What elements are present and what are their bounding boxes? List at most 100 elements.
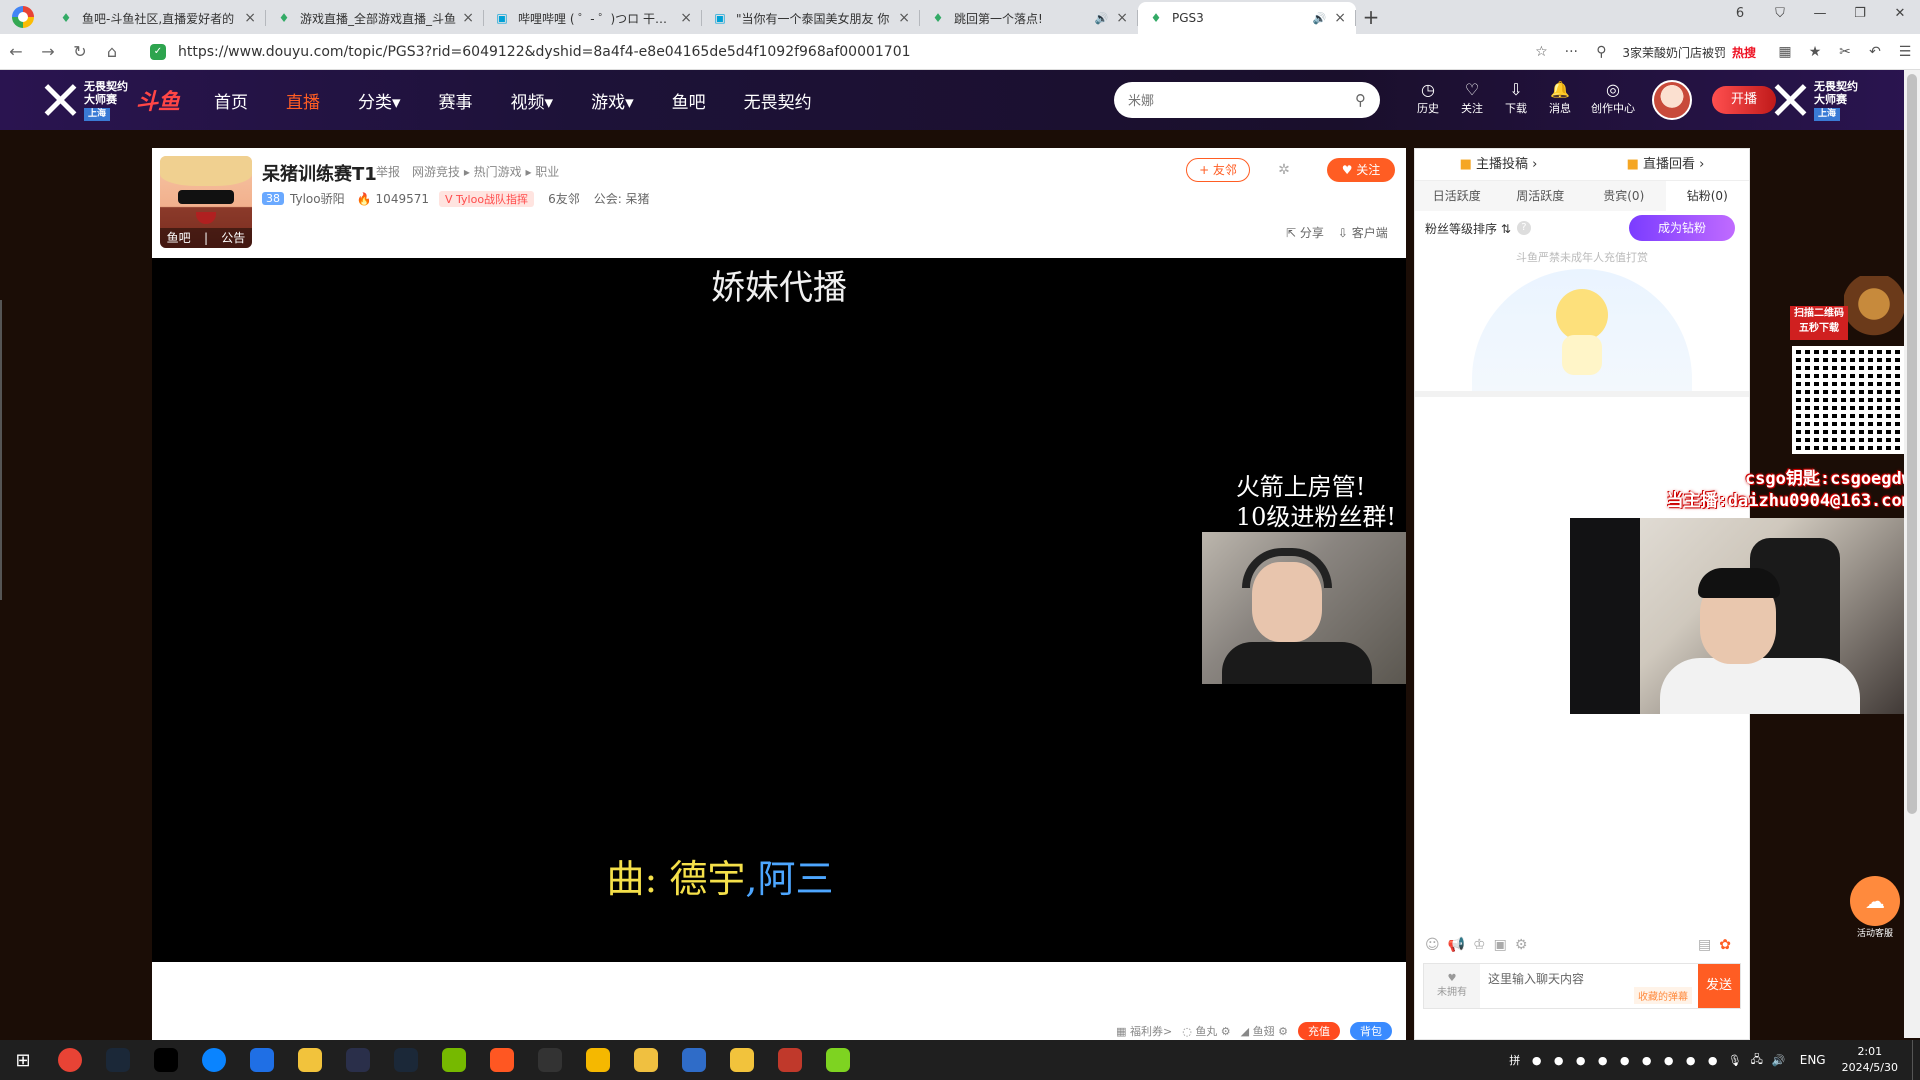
pin-icon[interactable]: ⛉: [1760, 0, 1800, 30]
close-tab-icon[interactable]: ×: [1116, 10, 1128, 26]
nav-item[interactable]: 鱼吧: [672, 88, 706, 113]
scrollbar-thumb[interactable]: [1907, 74, 1917, 814]
user-avatar[interactable]: [1652, 80, 1692, 120]
close-window-button[interactable]: ✕: [1880, 0, 1920, 30]
service-button[interactable]: ☁ 活动客服: [1848, 876, 1902, 939]
tab-count-badge[interactable]: 6: [1720, 0, 1760, 30]
category-breadcrumb[interactable]: 网游竞技 ▸ 热门游戏 ▸ 职业: [412, 163, 559, 180]
browser-tab[interactable]: ♦ 跳回第一个落点! 🔊 ×: [920, 2, 1138, 34]
become-diamond-fan-button[interactable]: 成为钻粉: [1629, 215, 1735, 241]
video-player[interactable]: 娇妹代播 火箭上房管! 10级进粉丝群! 曲: 德宇,阿三: [152, 258, 1406, 962]
charge-button[interactable]: 充值: [1298, 1022, 1340, 1040]
volume-icon[interactable]: 🔊: [1768, 1054, 1790, 1067]
tray-app-icon[interactable]: ●: [1702, 1054, 1724, 1067]
hot-search-text[interactable]: 3家茉酸奶门店被罚: [1622, 44, 1726, 61]
event-logo-right[interactable]: 无畏契约 大师赛 上海: [1770, 77, 1900, 123]
system-clock[interactable]: 2:01 2024/5/30: [1842, 1044, 1898, 1076]
taskbar-app-icon[interactable]: [478, 1040, 526, 1080]
more-icon[interactable]: ···: [1556, 44, 1586, 60]
header-heart-button[interactable]: ♡ 关注: [1450, 80, 1494, 116]
send-button[interactable]: 发送: [1698, 964, 1740, 1008]
friends-count[interactable]: 6友邻: [548, 190, 580, 207]
tray-app-icon[interactable]: ●: [1570, 1054, 1592, 1067]
taskbar-app-icon[interactable]: [382, 1040, 430, 1080]
back-icon[interactable]: ←: [0, 42, 32, 61]
close-tab-icon[interactable]: ×: [462, 10, 474, 26]
microphone-icon[interactable]: 🎙: [1724, 1054, 1746, 1067]
bookmark-star-icon[interactable]: ☆: [1526, 44, 1556, 60]
tab-audio-icon[interactable]: 🔊: [1313, 12, 1327, 25]
qr-download-ad[interactable]: 扫描二维码 五秒下载: [1788, 276, 1908, 456]
fishbar-link[interactable]: 鱼吧: [167, 228, 191, 248]
taskbar-app-icon[interactable]: [238, 1040, 286, 1080]
browser-tab[interactable]: ♦ 鱼吧-斗鱼社区,直播爱好者的 ×: [48, 2, 266, 34]
network-icon[interactable]: 🖧: [1746, 1051, 1768, 1070]
page-scrollbar[interactable]: [1904, 70, 1920, 1038]
emoji-icon[interactable]: ☺: [1425, 937, 1440, 953]
streamer-name[interactable]: Tyloo骄阳: [290, 190, 345, 207]
taskbar-app-icon[interactable]: [766, 1040, 814, 1080]
add-friend-button[interactable]: + 友邻: [1186, 158, 1250, 182]
report-link[interactable]: 举报: [376, 163, 400, 180]
url-field[interactable]: ✓ https://www.douyu.com/topic/PGS3?rid=6…: [150, 42, 1470, 62]
taskbar-app-icon[interactable]: [190, 1040, 238, 1080]
tools-icon[interactable]: ✂: [1830, 44, 1860, 60]
panel-top-link[interactable]: ■ 直播回看 ›: [1582, 149, 1749, 180]
client-button[interactable]: ⇩ 客户端: [1338, 224, 1388, 241]
nav-item[interactable]: 赛事: [439, 88, 473, 113]
taskbar-app-icon[interactable]: [622, 1040, 670, 1080]
new-tab-button[interactable]: +: [1356, 2, 1386, 34]
header-history-button[interactable]: ◷ 历史: [1406, 80, 1450, 116]
tray-app-icon[interactable]: ●: [1636, 1054, 1658, 1067]
taskbar-app-icon[interactable]: [334, 1040, 382, 1080]
tray-app-icon[interactable]: ●: [1592, 1054, 1614, 1067]
taskbar-app-icon[interactable]: [574, 1040, 622, 1080]
url-text[interactable]: https://www.douyu.com/topic/PGS3?rid=604…: [178, 44, 911, 60]
taskbar-app-icon[interactable]: [814, 1040, 862, 1080]
browser-tab[interactable]: ♦ PGS3 🔊 ×: [1138, 2, 1356, 34]
help-icon[interactable]: ?: [1516, 221, 1531, 235]
share-button[interactable]: ⇱ 分享: [1286, 224, 1324, 241]
fan-badge-icon[interactable]: ♔: [1473, 937, 1486, 953]
taskbar-app-icon[interactable]: [94, 1040, 142, 1080]
taskbar-app-icon[interactable]: [526, 1040, 574, 1080]
apps-grid-icon[interactable]: ▦: [1770, 44, 1800, 60]
fishwing-balance[interactable]: ◢ 鱼翅 ⚙: [1241, 1023, 1288, 1039]
rank-tab[interactable]: 钻粉(0): [1665, 181, 1749, 211]
show-desktop-button[interactable]: [1912, 1040, 1920, 1080]
follow-button[interactable]: ♥ 关注: [1327, 158, 1395, 182]
site-search[interactable]: ⚲: [1114, 82, 1380, 118]
tab-audio-icon[interactable]: 🔊: [1095, 12, 1109, 25]
minimize-button[interactable]: —: [1800, 0, 1840, 30]
bag-button[interactable]: 背包: [1350, 1022, 1392, 1040]
taskbar-app-icon[interactable]: [286, 1040, 334, 1080]
nav-item[interactable]: 直播: [286, 88, 320, 113]
close-tab-icon[interactable]: ×: [1334, 10, 1346, 26]
notice-link[interactable]: 公告: [221, 228, 245, 248]
hot-search-label[interactable]: 热搜: [1732, 44, 1756, 61]
nav-item[interactable]: 首页: [214, 88, 248, 113]
room-avatar[interactable]: 鱼吧 | 公告: [160, 156, 252, 248]
fishball-balance[interactable]: ◌ 鱼丸 ⚙: [1182, 1023, 1230, 1039]
taskbar-app-icon[interactable]: [142, 1040, 190, 1080]
forward-icon[interactable]: →: [32, 42, 64, 61]
chat-input[interactable]: 这里输入聊天内容 收藏的弹幕: [1480, 964, 1698, 1008]
tray-app-icon[interactable]: ●: [1658, 1054, 1680, 1067]
close-tab-icon[interactable]: ×: [680, 10, 692, 26]
tray-app-icon[interactable]: ●: [1680, 1054, 1702, 1067]
close-tab-icon[interactable]: ×: [898, 10, 910, 26]
settings-icon[interactable]: ⚙: [1515, 937, 1528, 953]
nav-item[interactable]: 游戏▾: [591, 88, 634, 113]
guild-info[interactable]: 公会: 呆猪: [594, 190, 650, 207]
favorites-icon[interactable]: ★: [1800, 44, 1830, 60]
taskbar-app-icon[interactable]: [46, 1040, 94, 1080]
maximize-button[interactable]: ❐: [1840, 0, 1880, 30]
rank-tab[interactable]: 贵宾(0): [1582, 181, 1666, 211]
search-icon[interactable]: ⚲: [1586, 44, 1616, 60]
shield-icon[interactable]: ▤: [1698, 937, 1711, 953]
browser-tab[interactable]: ▣ "当你有一个泰国美女朋友 你 ×: [702, 2, 920, 34]
fans-sort-label[interactable]: 粉丝等级排序 ⇅: [1425, 220, 1511, 237]
header-bulb-button[interactable]: ◎ 创作中心: [1582, 80, 1644, 116]
ime-icon[interactable]: 拼: [1504, 1052, 1526, 1068]
douyu-brand[interactable]: 斗鱼: [136, 84, 180, 116]
